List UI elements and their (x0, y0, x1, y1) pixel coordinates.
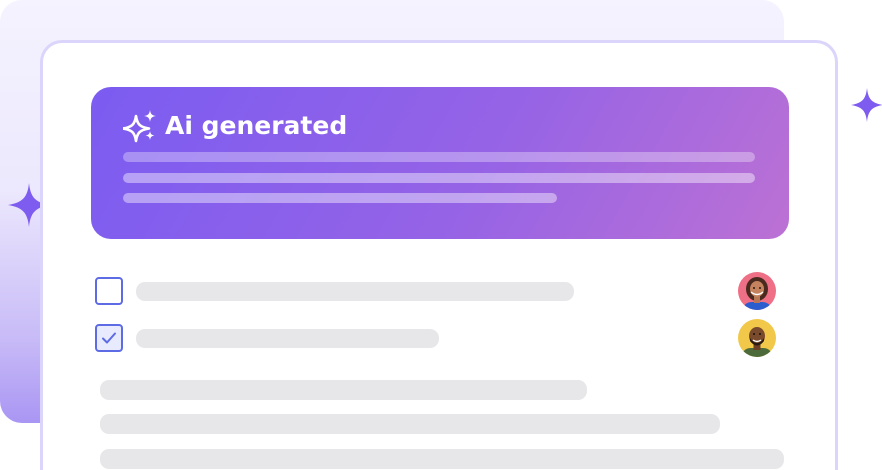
ai-text-placeholder-line (123, 193, 557, 203)
task-card: Ai generated (40, 40, 838, 470)
ai-text-placeholder-line (123, 173, 755, 183)
text-placeholder-line (100, 414, 720, 434)
assignee-avatar[interactable] (738, 272, 776, 310)
task-checkbox[interactable] (95, 277, 123, 305)
task-text-placeholder (136, 329, 439, 348)
task-row (93, 319, 783, 357)
ai-text-placeholder-line (123, 152, 755, 162)
avatar-woman (738, 272, 776, 310)
ai-generated-banner: Ai generated (91, 87, 789, 239)
task-text-placeholder (136, 282, 574, 301)
sparkle-icon (851, 88, 882, 122)
task-row (93, 272, 783, 310)
checkmark-icon (102, 332, 116, 344)
assignee-avatar[interactable] (738, 319, 776, 357)
stage: Ai generated (0, 0, 882, 470)
ai-banner-header: Ai generated (123, 109, 347, 143)
text-placeholder-line (100, 449, 784, 469)
task-checkbox-checked[interactable] (95, 324, 123, 352)
text-placeholder-line (100, 380, 587, 400)
avatar-man (738, 319, 776, 357)
sparkles-icon (123, 110, 156, 143)
ai-banner-title: Ai generated (165, 111, 348, 140)
